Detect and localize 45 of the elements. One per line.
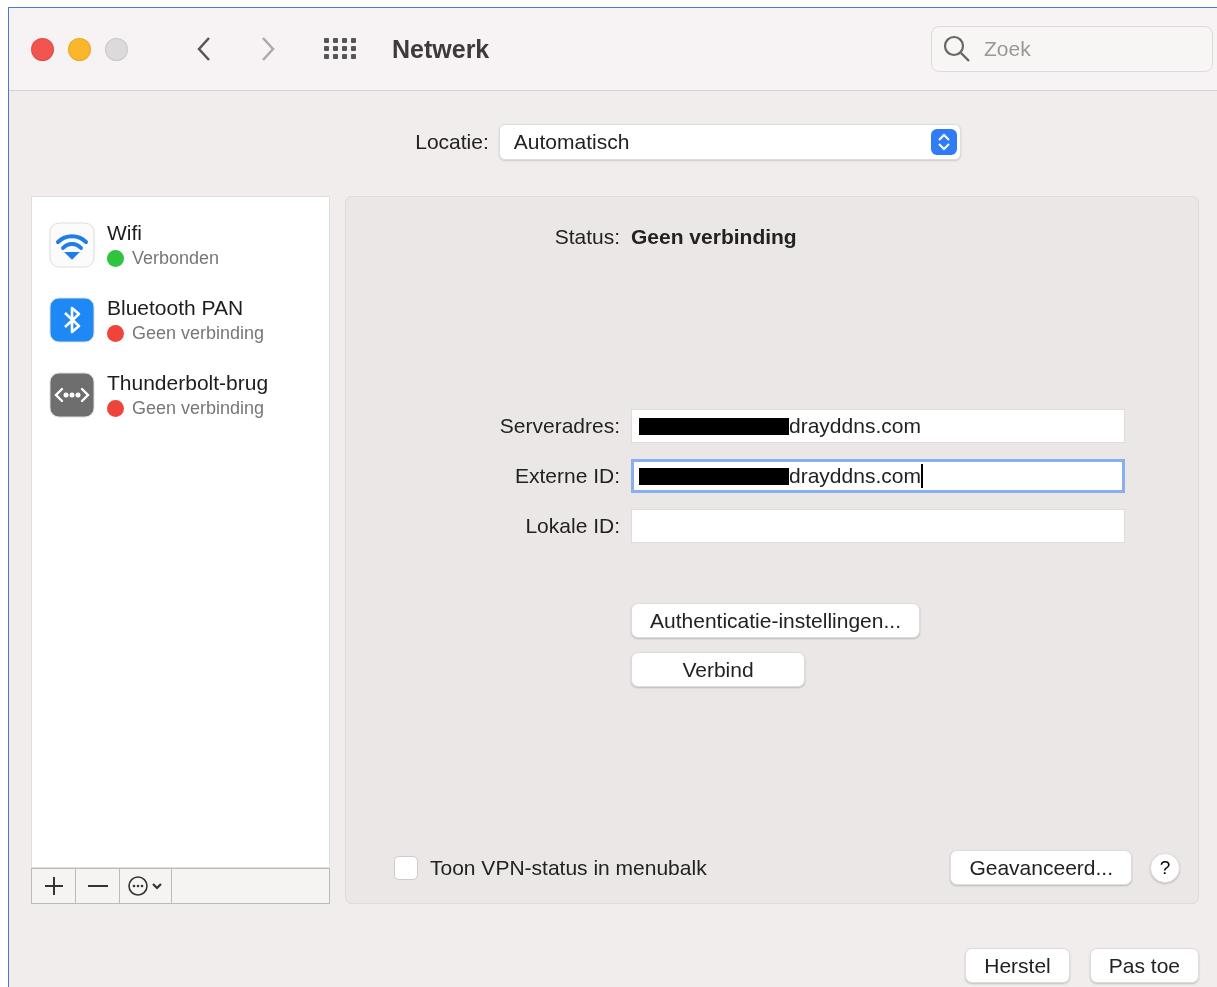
chevron-right-icon xyxy=(260,36,276,62)
checkbox-label: Toon VPN-status in menubalk xyxy=(430,855,707,880)
footer-button[interactable]: Herstel xyxy=(965,948,1070,983)
status-value: Geen verbinding xyxy=(631,225,797,249)
advanced-button[interactable]: Geavanceerd... xyxy=(950,850,1132,885)
minimize-button[interactable] xyxy=(68,37,91,61)
field-value: drayddns.com xyxy=(789,464,921,488)
location-dropdown[interactable]: Automatisch xyxy=(498,124,961,160)
text-cursor xyxy=(920,464,923,488)
grid-icon xyxy=(324,38,358,60)
service-name: Wifi xyxy=(107,220,143,245)
minus-icon xyxy=(87,884,108,888)
service-name: Thunderbolt-brug xyxy=(107,370,269,395)
action-button[interactable]: Authenticatie-instellingen... xyxy=(631,603,920,638)
search-field[interactable]: Zoek xyxy=(931,26,1213,72)
field-label: Serveradres: xyxy=(498,414,620,438)
field-label: Externe ID: xyxy=(513,464,620,488)
footer-button[interactable]: Pas toe xyxy=(1089,948,1199,983)
help-button[interactable]: ? xyxy=(1150,852,1180,883)
input-field[interactable]: drayddns.com xyxy=(631,409,1125,443)
input-field[interactable]: drayddns.com xyxy=(631,459,1125,493)
service-status: Verbonden xyxy=(132,247,220,269)
input-field[interactable] xyxy=(631,509,1125,543)
connection-icon xyxy=(49,371,95,418)
field-label: Lokale ID: xyxy=(524,514,620,538)
ellipsis-icon xyxy=(126,875,165,897)
close-button[interactable] xyxy=(31,37,54,61)
chevron-left-icon xyxy=(196,36,212,62)
search-icon xyxy=(943,35,971,63)
action-button[interactable]: Verbind xyxy=(631,652,805,687)
plus-icon xyxy=(43,876,64,896)
location-label: Locatie: xyxy=(415,130,489,154)
field-value: drayddns.com xyxy=(789,414,921,438)
service-name: Bluetooth PAN xyxy=(107,295,245,320)
wifi-icon xyxy=(49,221,95,268)
stepper-icon xyxy=(930,129,957,155)
service-status: Geen verbinding xyxy=(132,322,265,344)
window-title: Netwerk xyxy=(392,34,490,64)
service-item[interactable]: Wifi Verbonden xyxy=(32,207,329,282)
checkbox[interactable] xyxy=(394,855,418,880)
service-item[interactable]: Bluetooth PAN Geen verbinding xyxy=(32,282,329,357)
service-item[interactable]: Thunderbolt-brug Geen verbinding xyxy=(32,357,329,432)
bluetooth-icon xyxy=(49,296,95,343)
status-label: Status: xyxy=(553,225,620,249)
service-status: Geen verbinding xyxy=(132,397,265,419)
